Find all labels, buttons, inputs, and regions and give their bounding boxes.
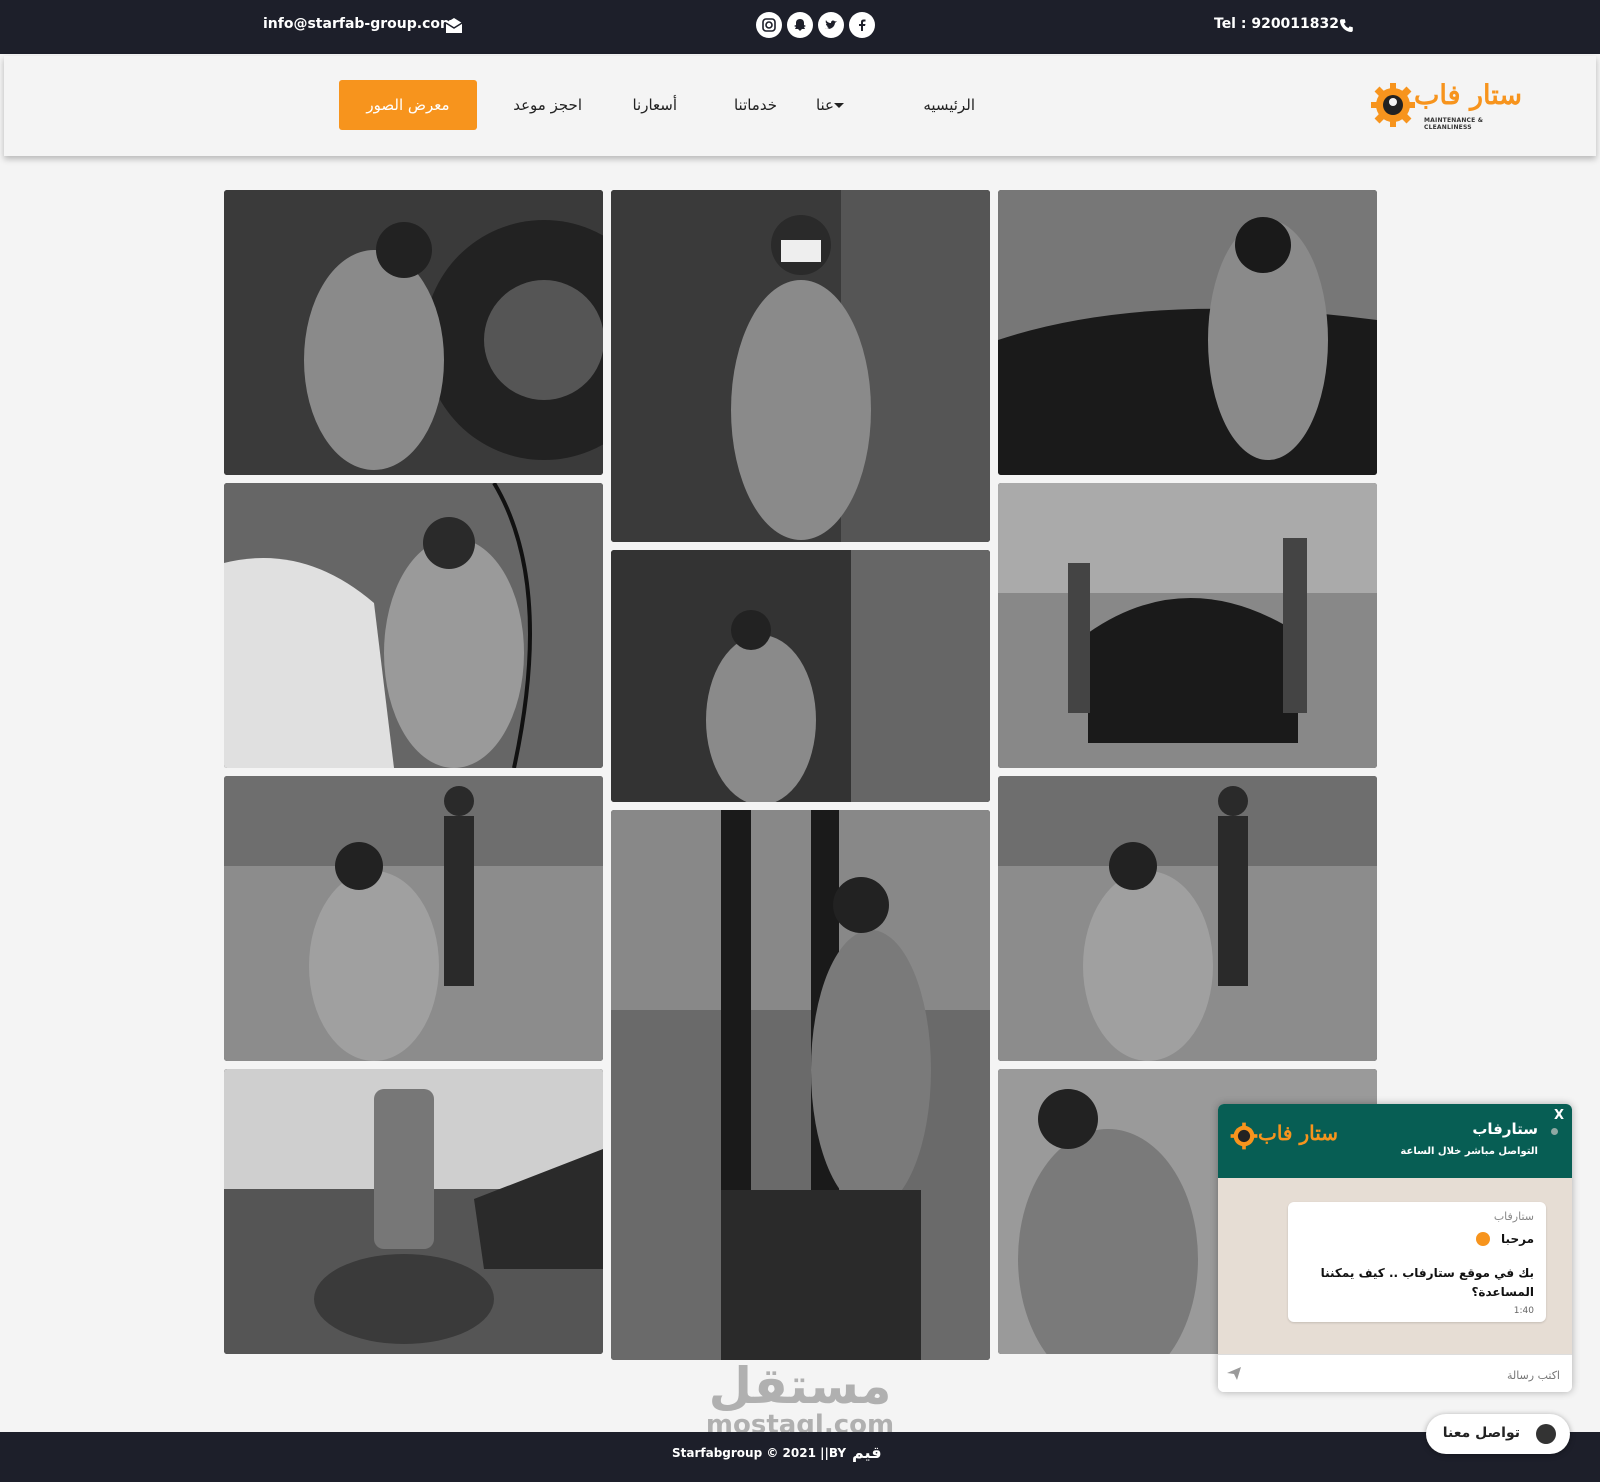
instagram-icon[interactable] bbox=[756, 12, 782, 38]
snapchat-icon[interactable] bbox=[787, 12, 813, 38]
main-navbar: ستار فاب MAINTENANCE & CLEANLINESS الرئي… bbox=[4, 56, 1596, 156]
chat-title: ستارفاب bbox=[1472, 1120, 1538, 1138]
gallery-photo[interactable] bbox=[611, 190, 990, 542]
chat-widget: X ستارفاب التواصل مباشر خلال الساعة ستار… bbox=[1218, 1104, 1572, 1392]
emoji-icon bbox=[1476, 1232, 1490, 1246]
phone-icon bbox=[1340, 19, 1353, 32]
nav-book-appointment[interactable]: احجز موعد bbox=[513, 96, 582, 114]
chat-close-button[interactable]: X bbox=[1554, 1108, 1564, 1123]
chat-body: ستارفاب مرحبا بك في موقع ستارفاب .. كيف … bbox=[1218, 1178, 1572, 1354]
contact-us-button[interactable]: تواصل معنا bbox=[1426, 1414, 1570, 1454]
site-logo[interactable]: ستار فاب MAINTENANCE & CLEANLINESS bbox=[1370, 78, 1522, 132]
envelope-icon bbox=[445, 18, 463, 33]
logo-tagline: MAINTENANCE & CLEANLINESS bbox=[1424, 117, 1484, 131]
watermark-arabic: مستقل bbox=[708, 1357, 892, 1415]
whatsapp-icon bbox=[1536, 1424, 1556, 1444]
top-bar: info@starfab-group.com Tel : 920011832 bbox=[0, 0, 1600, 54]
email-link[interactable]: info@starfab-group.com bbox=[263, 16, 455, 32]
chat-input-row bbox=[1218, 1354, 1572, 1392]
gallery-photo[interactable] bbox=[224, 483, 603, 768]
chat-message: ستارفاب مرحبا بك في موقع ستارفاب .. كيف … bbox=[1288, 1202, 1546, 1322]
online-status-dot bbox=[1551, 1128, 1558, 1135]
nav-home[interactable]: الرئيسيه bbox=[923, 96, 975, 114]
chat-header: X ستارفاب التواصل مباشر خلال الساعة ستار… bbox=[1218, 1104, 1572, 1178]
nav-about-label: عنا bbox=[815, 96, 834, 114]
gallery-photo[interactable] bbox=[998, 483, 1377, 768]
nav-gallery-button[interactable]: معرض الصور bbox=[339, 80, 477, 130]
message-greeting: مرحبا bbox=[1501, 1232, 1534, 1246]
message-sender: ستارفاب bbox=[1493, 1210, 1534, 1223]
nav-about[interactable]: عنا bbox=[816, 96, 848, 114]
gallery-photo[interactable] bbox=[224, 1069, 603, 1354]
facebook-icon[interactable] bbox=[849, 12, 875, 38]
send-icon[interactable] bbox=[1226, 1365, 1242, 1381]
chat-subtitle: التواصل مباشر خلال الساعة bbox=[1400, 1146, 1538, 1157]
phone-number[interactable]: Tel : 920011832 bbox=[1214, 16, 1339, 32]
contact-us-label: تواصل معنا bbox=[1442, 1425, 1520, 1441]
footer: Starfabgroup © 2021 ||BY قيم bbox=[0, 1432, 1600, 1482]
gallery-photo[interactable] bbox=[224, 190, 603, 475]
gallery-photo[interactable] bbox=[998, 776, 1377, 1061]
footer-copyright: Starfabgroup © 2021 ||BY bbox=[672, 1446, 847, 1460]
footer-maker-link[interactable]: قيم bbox=[852, 1443, 882, 1462]
chat-logo: ستار فاب bbox=[1230, 1118, 1340, 1158]
message-text: بك في موقع ستارفاب .. كيف يمكننا المساعد… bbox=[1320, 1266, 1534, 1299]
gear-logo-icon bbox=[1371, 83, 1415, 127]
chat-message-input[interactable] bbox=[1248, 1363, 1562, 1387]
nav-services[interactable]: خدماتنا bbox=[734, 96, 777, 114]
watermark: مستقل mostaql.com bbox=[700, 1360, 900, 1438]
social-links bbox=[756, 12, 875, 38]
chevron-down-icon bbox=[834, 103, 844, 108]
gallery-photo[interactable] bbox=[611, 550, 990, 802]
gallery-photo[interactable] bbox=[224, 776, 603, 1061]
twitter-icon[interactable] bbox=[818, 12, 844, 38]
nav-prices[interactable]: أسعارنا bbox=[632, 96, 677, 114]
chat-logo-text: ستار فاب bbox=[1258, 1121, 1338, 1145]
gallery-photo[interactable] bbox=[611, 810, 990, 1360]
gallery-photo[interactable] bbox=[998, 190, 1377, 475]
message-time: 1:40 bbox=[1513, 1306, 1534, 1316]
gear-logo-icon bbox=[1230, 1122, 1258, 1150]
logo-text: ستار فاب bbox=[1414, 80, 1522, 111]
